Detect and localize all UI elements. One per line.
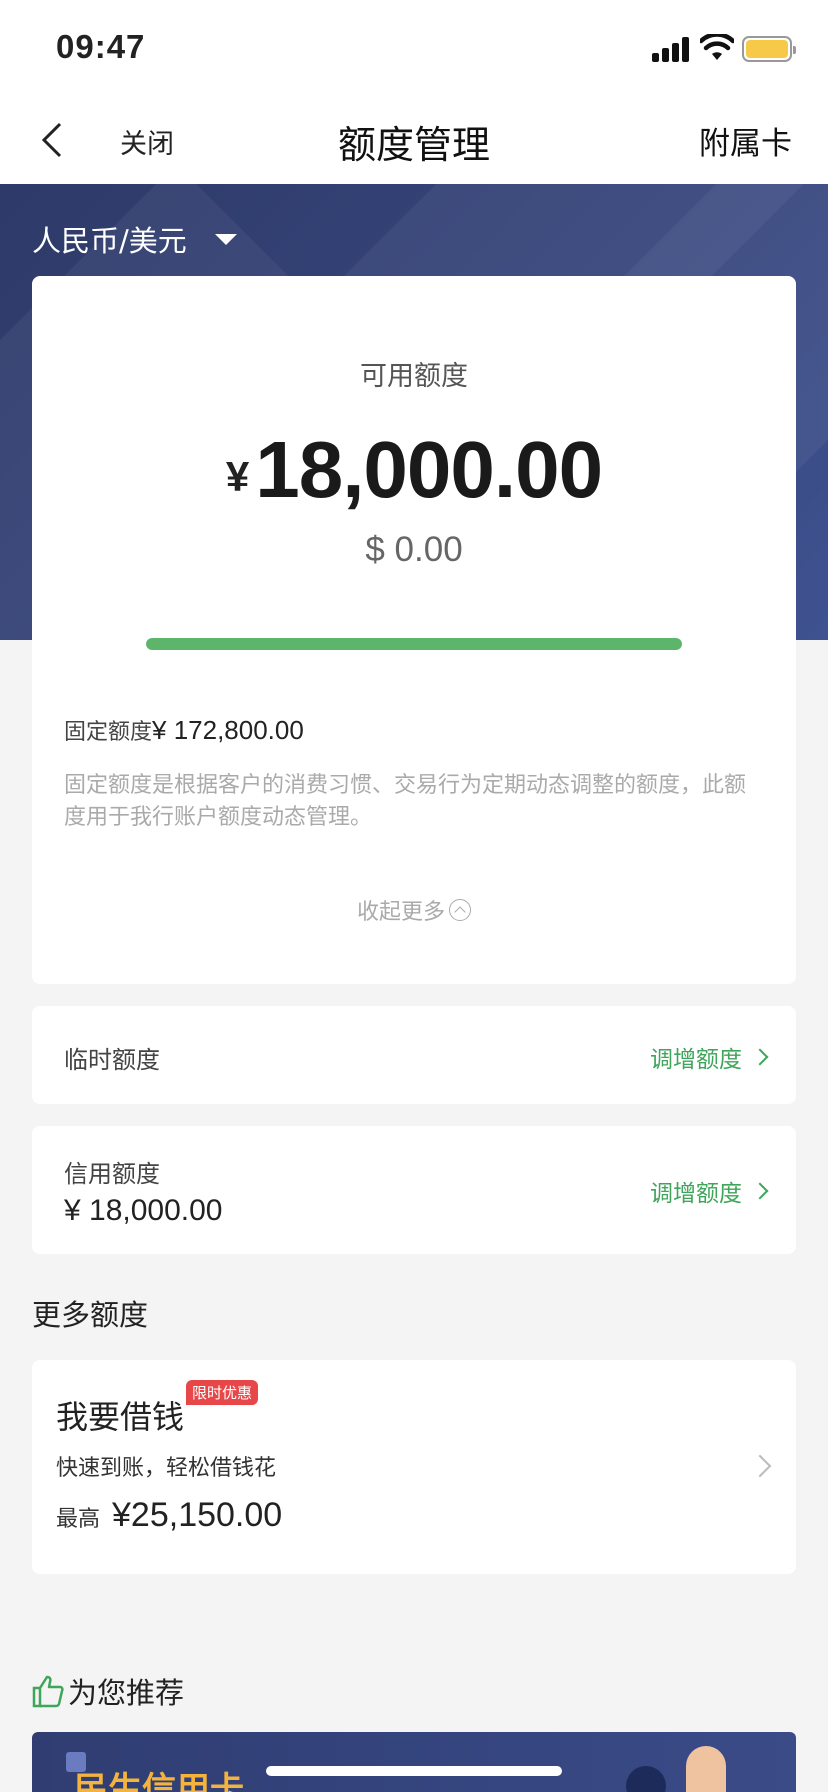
fixed-limit-line: 固定额度¥ 172,800.00 (64, 714, 304, 746)
temporary-increase-label: 调增额度 (650, 1047, 742, 1073)
status-bar: 09:47 (0, 0, 828, 96)
credit-limit-value: ¥ 18,000.00 (64, 1194, 223, 1227)
credit-limit-label: 信用额度 (64, 1160, 160, 1188)
loan-title: 我要借钱 (56, 1398, 185, 1436)
collapse-more-label: 收起更多 (356, 900, 445, 925)
loan-max-label: 最高 (56, 1507, 101, 1532)
loan-max-amount: ¥25,150.00 (112, 1496, 283, 1534)
chevron-right-icon (751, 1182, 769, 1200)
limit-progress-bar (146, 638, 682, 650)
more-limits-title: 更多额度 (32, 1298, 149, 1332)
limit-progress-fill (146, 638, 682, 650)
available-limit-label: 可用额度 (360, 361, 468, 392)
currency-selector-label: 人民币/美元 (32, 224, 187, 258)
banner-illustration-person (686, 1746, 726, 1792)
home-indicator[interactable] (266, 1766, 562, 1776)
fixed-limit-label: 固定额度 (64, 720, 153, 745)
promo-badge: 限时优惠 (186, 1380, 259, 1405)
status-time: 09:47 (56, 28, 146, 65)
chevron-right-icon (748, 1454, 772, 1478)
currency-symbol: ¥ (225, 453, 250, 500)
fixed-limit-description: 固定额度是根据客户的消费习惯、交易行为定期动态调整的额度，此额度用于我行账户额度… (64, 773, 747, 830)
loan-subtitle: 快速到账，轻松借钱花 (56, 1456, 277, 1481)
credit-increase-button[interactable]: 调增额度 (650, 1174, 769, 1208)
available-limit-amount: ¥18,000.00 (32, 424, 796, 516)
battery-icon (742, 36, 796, 62)
nav-bar: 关闭 额度管理 附属卡 (0, 96, 828, 184)
credit-limit-card: 信用额度 ¥ 18,000.00 调增额度 (32, 1126, 796, 1254)
supplementary-card-button[interactable]: 附属卡 (699, 118, 792, 163)
loan-max-line: 最高 ¥25,150.00 (56, 1496, 282, 1535)
available-limit-value: 18,000.00 (255, 425, 603, 514)
currency-selector[interactable]: 人民币/美元 (32, 218, 237, 260)
promo-banner[interactable]: 民生信用卡 (32, 1732, 796, 1792)
chevron-right-icon (751, 1048, 769, 1066)
temporary-limit-label: 临时额度 (64, 1046, 160, 1074)
available-limit-card: 可用额度 ¥18,000.00 $ 0.00 固定额度¥ 172,800.00 … (32, 276, 796, 984)
banner-text: 民生信用卡 (74, 1770, 244, 1792)
recommend-header: 为您推荐 (30, 1670, 184, 1712)
cellular-signal-icon (652, 36, 692, 62)
temporary-limit-card: 临时额度 调增额度 (32, 1006, 796, 1104)
usd-available-amount: $ 0.00 (365, 530, 463, 569)
thumbs-up-icon (32, 1675, 64, 1708)
caret-down-icon (214, 233, 237, 245)
fixed-limit-value: ¥ 172,800.00 (152, 715, 304, 745)
wifi-icon (700, 34, 734, 60)
chevron-up-circle-icon (449, 899, 471, 921)
collapse-more-button[interactable]: 收起更多 (32, 894, 796, 926)
banner-illustration-person (626, 1766, 666, 1792)
recommend-title: 为您推荐 (68, 1676, 185, 1710)
credit-increase-label: 调增额度 (650, 1181, 742, 1207)
loan-card[interactable]: 我要借钱 限时优惠 快速到账，轻松借钱花 最高 ¥25,150.00 (32, 1360, 796, 1574)
temporary-increase-button[interactable]: 调增额度 (650, 1040, 769, 1074)
